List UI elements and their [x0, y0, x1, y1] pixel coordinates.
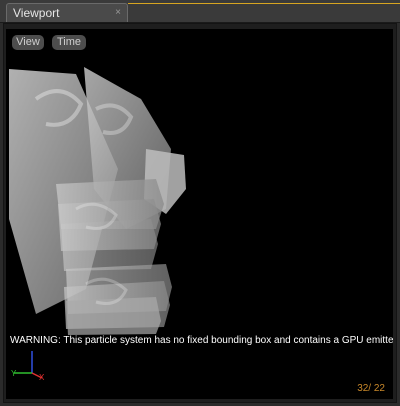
close-icon[interactable]: ×: [115, 6, 121, 20]
frame-counter: 32/ 22: [357, 383, 385, 394]
tab-accent-line: [128, 3, 400, 4]
warning-message: WARNING: This particle system has no fix…: [10, 335, 393, 346]
tab-title: Viewport: [13, 6, 60, 20]
svg-text:Y: Y: [11, 369, 17, 378]
axis-gizmo-icon: Y X: [11, 351, 45, 381]
tab-bar: Viewport ×: [0, 0, 400, 23]
view-button[interactable]: View: [12, 35, 44, 50]
time-button[interactable]: Time: [52, 35, 86, 50]
viewport-canvas[interactable]: View Time WARNING: This particle system …: [6, 29, 393, 399]
svg-text:X: X: [39, 373, 45, 381]
particle-sprite: [61, 219, 158, 271]
tab-viewport[interactable]: Viewport ×: [6, 3, 128, 22]
